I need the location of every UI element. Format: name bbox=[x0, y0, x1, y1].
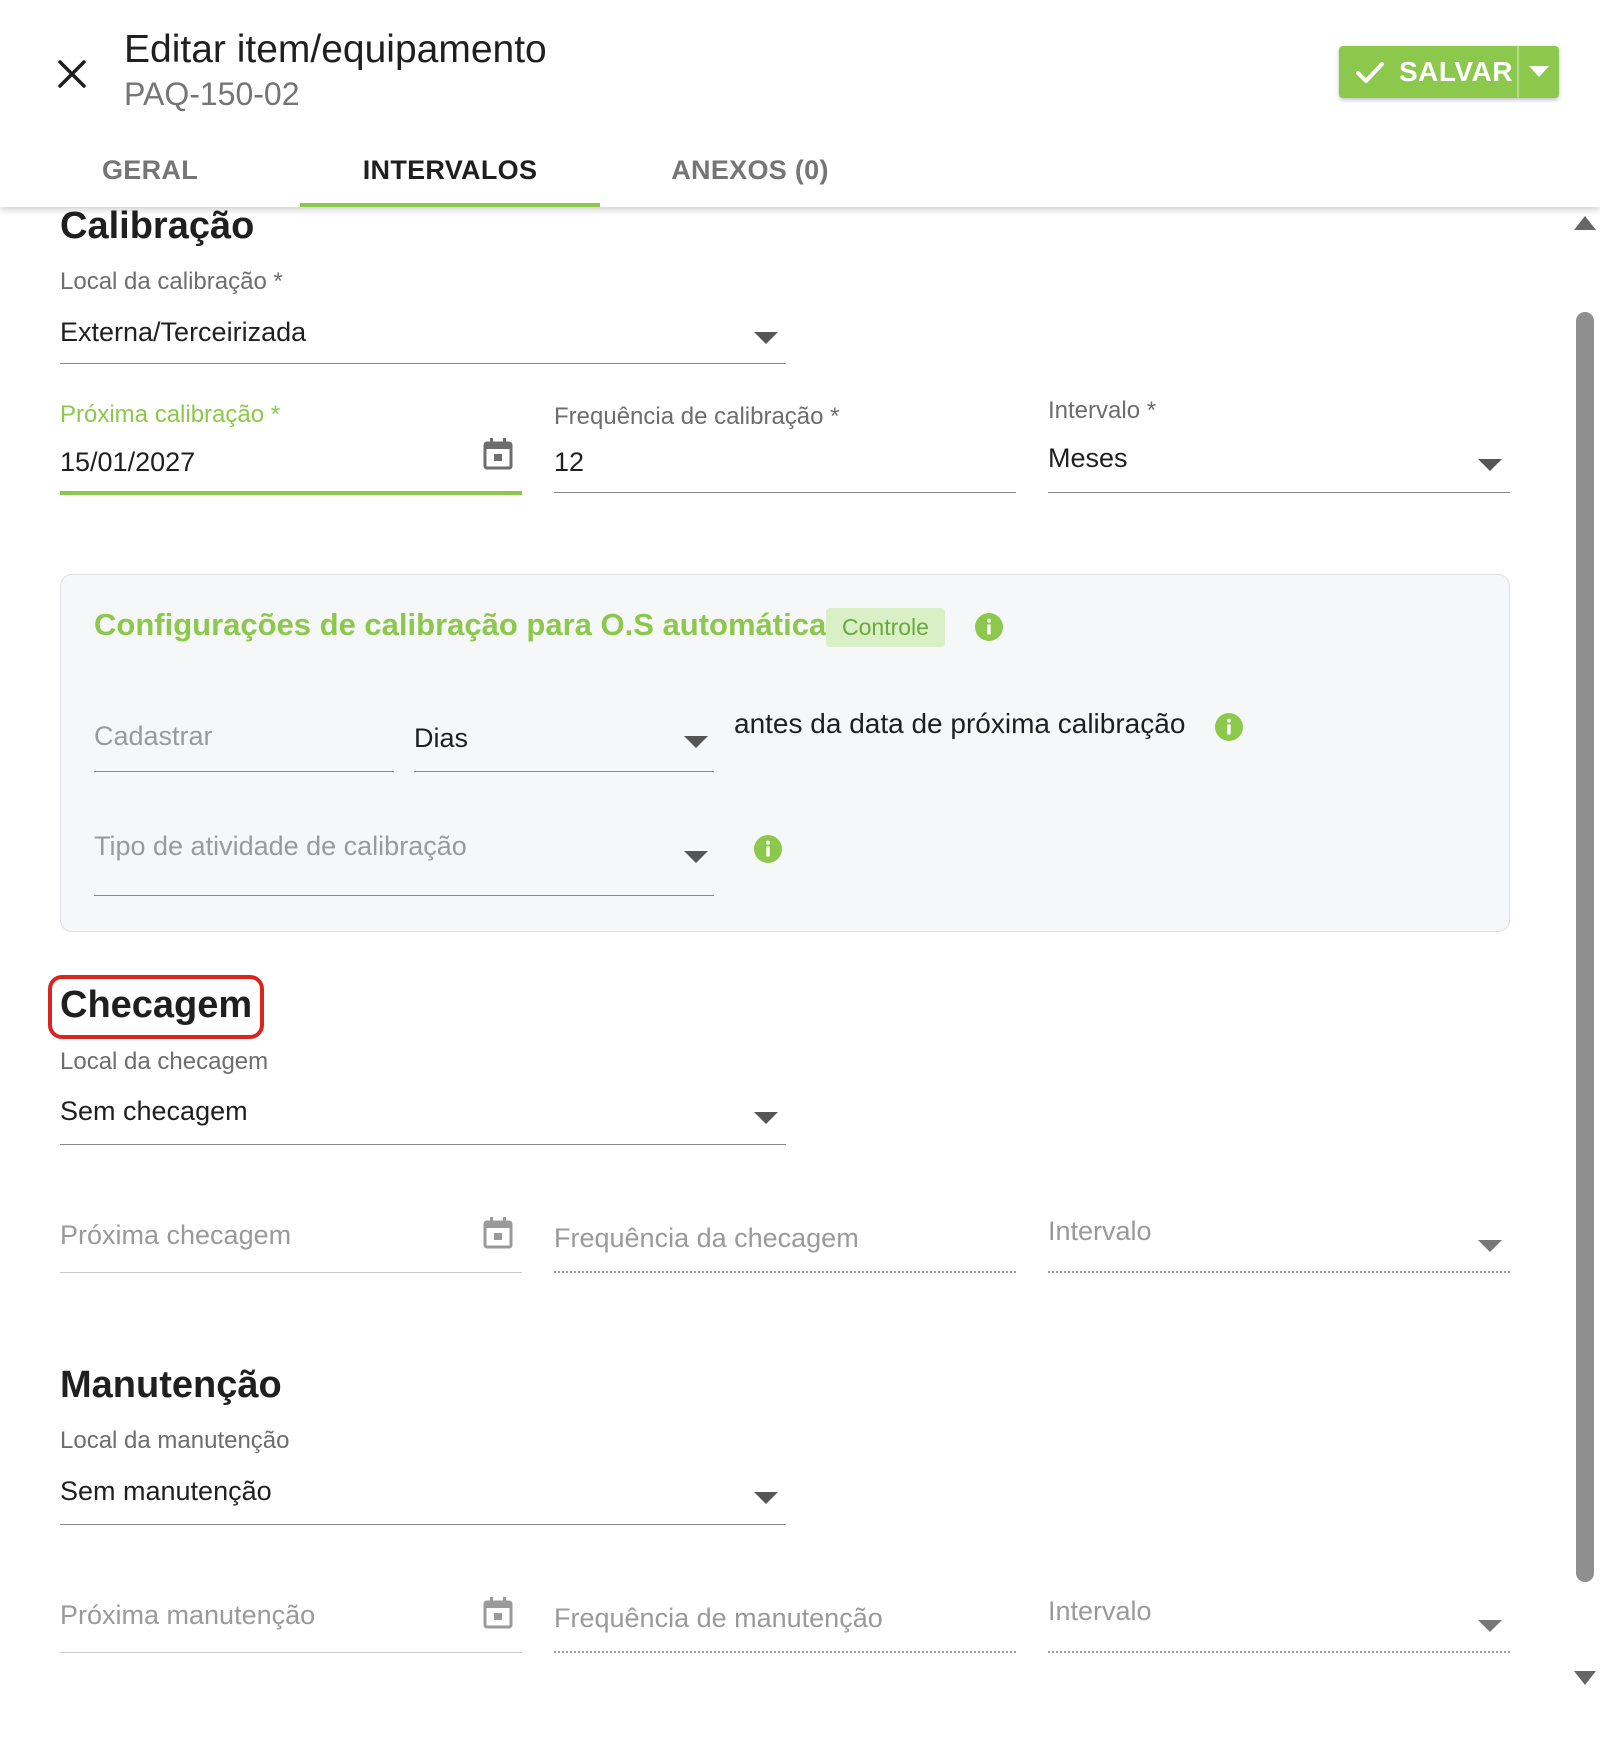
os-config-panel: Configurações de calibração para O.S aut… bbox=[60, 574, 1510, 932]
tipo-atividade-select[interactable]: Tipo de atividade de calibração bbox=[94, 823, 714, 897]
tab-bar: GERAL INTERVALOS ANEXOS (0) bbox=[0, 134, 900, 207]
calendar-icon[interactable] bbox=[482, 1216, 514, 1250]
local-calibracao-select[interactable]: Externa/Terceirizada bbox=[60, 305, 786, 365]
local-checagem-value: Sem checagem bbox=[60, 1096, 248, 1126]
scrollbar-thumb[interactable] bbox=[1576, 312, 1594, 1582]
proxima-checagem-placeholder: Próxima checagem bbox=[60, 1220, 292, 1250]
section-title-manutencao: Manutenção bbox=[60, 1364, 282, 1406]
proxima-calibracao-input[interactable]: 15/01/2027 bbox=[60, 435, 522, 497]
intervalo-calibracao-label: Intervalo * bbox=[1048, 397, 1157, 424]
unidade-select[interactable]: Dias bbox=[414, 705, 714, 773]
intervalo-checagem-placeholder: Intervalo bbox=[1048, 1216, 1152, 1246]
chevron-down-icon bbox=[684, 736, 708, 748]
scroll-up-icon[interactable] bbox=[1574, 216, 1596, 230]
intervalo-calibracao-value: Meses bbox=[1048, 443, 1128, 473]
cadastrar-input[interactable]: Cadastrar bbox=[94, 705, 394, 773]
calendar-icon[interactable] bbox=[482, 1596, 514, 1630]
item-code: PAQ-150-02 bbox=[124, 76, 300, 112]
field-underline bbox=[94, 771, 394, 772]
proxima-calibracao-value: 15/01/2027 bbox=[60, 447, 196, 477]
frequencia-manutencao-placeholder: Frequência de manutenção bbox=[554, 1603, 883, 1633]
field-underline-disabled bbox=[554, 1651, 1016, 1653]
check-icon bbox=[1356, 62, 1384, 83]
dialog-title: Editar item/equipamento bbox=[124, 28, 547, 71]
section-title-checagem: Checagem bbox=[60, 984, 253, 1026]
local-calibracao-label: Local da calibração * bbox=[60, 268, 283, 295]
frequencia-checagem-input[interactable]: Frequência da checagem bbox=[554, 1208, 1016, 1274]
proxima-calibracao-label: Próxima calibração * bbox=[60, 401, 281, 428]
scroll-down-icon[interactable] bbox=[1574, 1671, 1596, 1685]
field-underline bbox=[60, 1272, 522, 1273]
save-label: SALVAR bbox=[1399, 56, 1513, 87]
close-button[interactable] bbox=[50, 52, 94, 96]
local-checagem-select[interactable]: Sem checagem bbox=[60, 1084, 786, 1146]
tab-geral[interactable]: GERAL bbox=[0, 134, 300, 207]
frequencia-checagem-placeholder: Frequência da checagem bbox=[554, 1223, 859, 1253]
chevron-down-icon bbox=[1478, 1240, 1502, 1252]
field-underline-focused bbox=[60, 491, 522, 495]
intervalo-calibracao-select[interactable]: Meses bbox=[1048, 435, 1510, 497]
proxima-manutencao-placeholder: Próxima manutenção bbox=[60, 1600, 316, 1630]
frequencia-calibracao-input[interactable]: 12 bbox=[554, 435, 1016, 497]
field-underline bbox=[60, 363, 786, 364]
unidade-value: Dias bbox=[414, 723, 469, 753]
chevron-down-icon bbox=[1478, 459, 1502, 471]
frequencia-manutencao-input[interactable]: Frequência de manutenção bbox=[554, 1588, 1016, 1654]
field-underline-disabled bbox=[554, 1271, 1016, 1273]
chevron-down-icon bbox=[1478, 1620, 1502, 1632]
field-underline bbox=[414, 771, 714, 772]
save-options-button[interactable] bbox=[1517, 46, 1559, 98]
proxima-checagem-input[interactable]: Próxima checagem bbox=[60, 1208, 522, 1274]
local-manutencao-select[interactable]: Sem manutenção bbox=[60, 1464, 786, 1526]
field-underline bbox=[60, 1524, 786, 1525]
info-icon[interactable] bbox=[975, 613, 1003, 641]
field-underline bbox=[60, 1144, 786, 1145]
tab-intervalos[interactable]: INTERVALOS bbox=[300, 134, 600, 207]
tab-anexos[interactable]: ANEXOS (0) bbox=[600, 134, 900, 207]
local-manutencao-label: Local da manutenção bbox=[60, 1427, 290, 1454]
local-calibracao-value: Externa/Terceirizada bbox=[60, 317, 307, 347]
local-checagem-label: Local da checagem bbox=[60, 1048, 269, 1075]
dialog-header: Editar item/equipamento PAQ-150-02 SALVA… bbox=[0, 0, 1600, 207]
os-config-title: Configurações de calibração para O.S aut… bbox=[94, 607, 827, 642]
frequencia-calibracao-value: 12 bbox=[554, 447, 585, 477]
calendar-icon[interactable] bbox=[482, 437, 514, 471]
chevron-down-icon bbox=[754, 1492, 778, 1504]
chevron-down-icon bbox=[754, 332, 778, 344]
intervalo-manutencao-select[interactable]: Intervalo bbox=[1048, 1588, 1510, 1654]
intervalo-manutencao-placeholder: Intervalo bbox=[1048, 1596, 1152, 1626]
field-underline bbox=[94, 895, 714, 896]
info-icon[interactable] bbox=[754, 835, 782, 863]
intervalo-checagem-select[interactable]: Intervalo bbox=[1048, 1208, 1510, 1274]
field-underline-disabled bbox=[1048, 1271, 1510, 1273]
save-button-group: SALVAR bbox=[1339, 46, 1559, 98]
field-underline bbox=[1048, 492, 1510, 493]
close-icon bbox=[58, 60, 86, 88]
frequencia-calibracao-label: Frequência de calibração * bbox=[554, 403, 840, 430]
controle-badge: Controle bbox=[826, 608, 945, 647]
proxima-manutencao-input[interactable]: Próxima manutenção bbox=[60, 1588, 522, 1654]
field-underline bbox=[554, 492, 1016, 493]
info-icon[interactable] bbox=[1215, 713, 1243, 741]
form-content: Calibração Local da calibração * Externa… bbox=[0, 0, 1560, 1744]
field-underline bbox=[60, 1652, 522, 1653]
antes-data-text: antes da data de próxima calibração bbox=[734, 708, 1186, 739]
chevron-down-icon bbox=[684, 851, 708, 863]
cadastrar-placeholder: Cadastrar bbox=[94, 721, 213, 751]
tipo-atividade-placeholder: Tipo de atividade de calibração bbox=[94, 831, 467, 861]
chevron-down-icon bbox=[1529, 66, 1549, 77]
section-title-calibracao: Calibração bbox=[60, 205, 255, 247]
local-manutencao-value: Sem manutenção bbox=[60, 1476, 272, 1506]
save-button[interactable]: SALVAR bbox=[1339, 46, 1517, 98]
chevron-down-icon bbox=[754, 1112, 778, 1124]
field-underline-disabled bbox=[1048, 1651, 1510, 1653]
